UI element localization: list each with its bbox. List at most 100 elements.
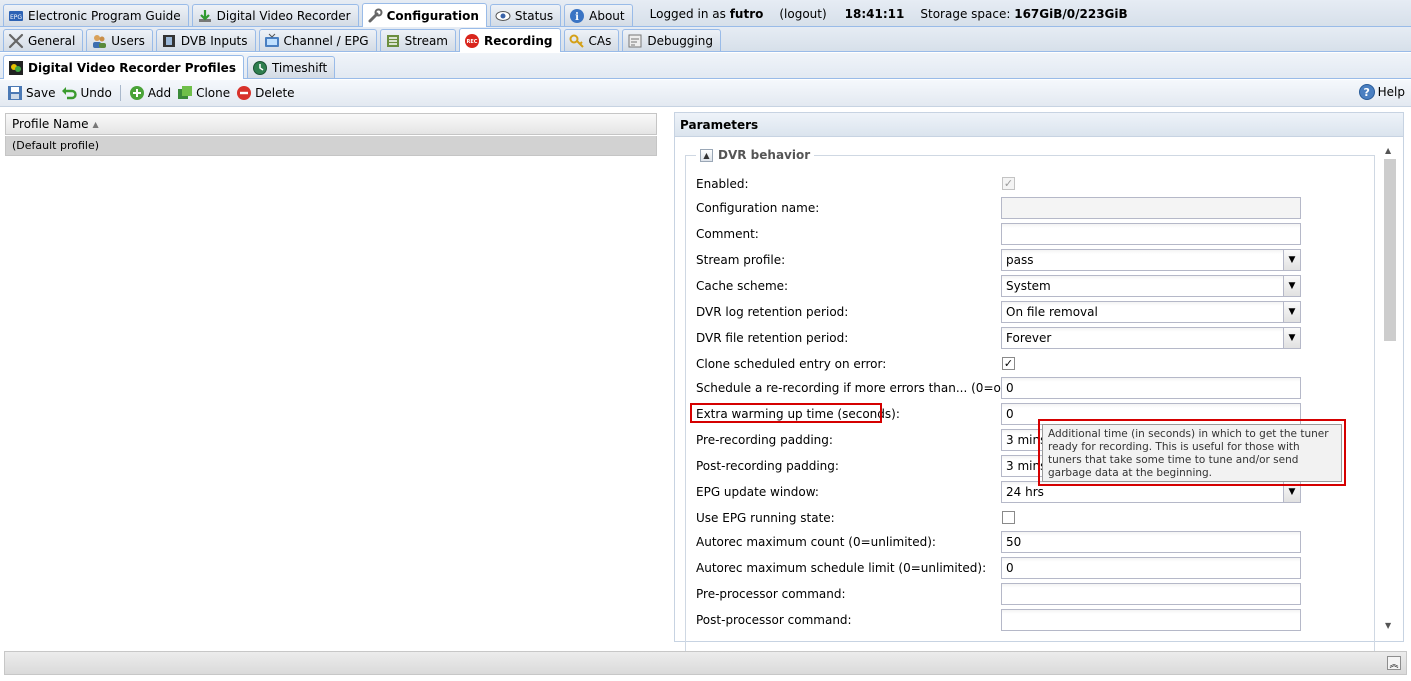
tab-dvr-profiles[interactable]: Digital Video Recorder Profiles — [3, 55, 244, 79]
cache-scheme-select[interactable]: System ▼ — [1001, 275, 1301, 297]
storage-value: 167GiB/0/223GiB — [1014, 7, 1128, 21]
field-label-rerecord: Schedule a re-recording if more errors t… — [696, 381, 1018, 395]
tab-users[interactable]: Users — [86, 29, 153, 51]
save-button[interactable]: Save — [4, 82, 58, 104]
tab-label: Electronic Program Guide — [28, 8, 181, 23]
scroll-down-icon[interactable]: ▼ — [1385, 621, 1391, 630]
clock: 18:41:11 — [844, 7, 905, 21]
storage-info: Storage space: 167GiB/0/223GiB — [920, 2, 1127, 26]
film-icon — [161, 33, 177, 49]
bottom-log-bar: ︽ — [4, 651, 1407, 675]
select-value: On file removal — [1006, 305, 1098, 319]
chevron-down-icon[interactable]: ▼ — [1283, 302, 1300, 322]
undo-label: Undo — [80, 86, 112, 100]
grid-header-profile-name[interactable]: Profile Name ▲ — [5, 113, 657, 135]
collapse-toggle-icon[interactable]: ▲ — [700, 148, 713, 162]
tab-epg[interactable]: EPG Electronic Program Guide — [3, 4, 189, 26]
tab-dvr[interactable]: Digital Video Recorder — [191, 4, 359, 26]
epg-running-checkbox[interactable] — [1002, 511, 1015, 524]
select-value: Forever — [1006, 331, 1052, 345]
save-label: Save — [26, 86, 56, 100]
expand-up-icon[interactable]: ︽ — [1387, 656, 1401, 670]
chevron-down-icon[interactable]: ▼ — [1283, 250, 1300, 270]
add-icon — [129, 85, 145, 101]
field-label-post-cmd: Post-processor command: — [696, 613, 852, 627]
file-retention-select[interactable]: Forever ▼ — [1001, 327, 1301, 349]
tab-label: Debugging — [647, 33, 713, 48]
tab-dvb-inputs[interactable]: DVB Inputs — [155, 29, 256, 51]
warmup-label-highlight — [690, 403, 882, 423]
field-label-autorec-max: Autorec maximum count (0=unlimited): — [696, 535, 936, 549]
field-label-epg-window: EPG update window: — [696, 485, 819, 499]
add-button[interactable]: Add — [126, 82, 174, 104]
tab-label: Stream — [404, 33, 448, 48]
field-label-stream-profile: Stream profile: — [696, 253, 786, 267]
tab-status[interactable]: Status — [489, 4, 562, 26]
svg-text:REC: REC — [467, 39, 478, 45]
tab-timeshift[interactable]: Timeshift — [246, 56, 336, 78]
stream-icon — [385, 33, 401, 49]
recording-tabbar: Digital Video Recorder Profiles Timeshif… — [0, 53, 1411, 79]
tab-label: Status — [514, 8, 554, 23]
clone-button[interactable]: Clone — [174, 82, 233, 104]
field-label-autorec-sched: Autorec maximum schedule limit (0=unlimi… — [696, 561, 987, 575]
parameters-scrollbar[interactable]: ▲ ▼ — [1383, 143, 1397, 633]
help-button[interactable]: ? Help — [1358, 84, 1405, 100]
tab-configuration[interactable]: Configuration — [361, 3, 487, 27]
tv-icon — [264, 33, 280, 49]
storage-prefix: Storage space: — [920, 7, 1011, 21]
tools-icon — [8, 33, 24, 49]
profiles-icon — [8, 60, 24, 76]
undo-button[interactable]: Undo — [58, 82, 114, 104]
tab-recording[interactable]: REC Recording — [459, 28, 561, 52]
tab-label: Digital Video Recorder — [216, 8, 351, 23]
download-icon — [197, 8, 213, 24]
stream-profile-select[interactable]: pass ▼ — [1001, 249, 1301, 271]
username: futro — [729, 7, 764, 21]
save-icon — [7, 85, 23, 101]
login-info: Logged in as futro — [650, 2, 764, 26]
help-label: Help — [1377, 85, 1405, 99]
delete-button[interactable]: Delete — [233, 82, 297, 104]
autorec-max-field[interactable]: 50 — [1001, 531, 1301, 553]
post-cmd-field[interactable] — [1001, 609, 1301, 631]
tab-label: General — [28, 33, 76, 48]
sort-asc-icon: ▲ — [92, 119, 99, 129]
tab-label: Channel / EPG — [283, 33, 369, 48]
clone-icon — [177, 85, 193, 101]
field-label-log-retention: DVR log retention period: — [696, 305, 849, 319]
tab-general[interactable]: General — [3, 29, 84, 51]
tab-about[interactable]: i About — [564, 4, 633, 26]
select-value: pass — [1006, 253, 1034, 267]
config-name-field[interactable] — [1001, 197, 1301, 219]
logged-in-prefix: Logged in as — [649, 7, 726, 21]
tab-stream[interactable]: Stream — [379, 29, 456, 51]
clone-on-error-checkbox[interactable]: ✓ — [1002, 357, 1015, 370]
pre-cmd-field[interactable] — [1001, 583, 1301, 605]
panel-title: Parameters — [675, 113, 1403, 137]
rerecord-field[interactable]: 0 — [1001, 377, 1301, 399]
tab-cas[interactable]: CAs — [563, 29, 620, 51]
autorec-sched-field[interactable]: 0 — [1001, 557, 1301, 579]
clock-icon — [252, 60, 268, 76]
tab-label: Recording — [484, 33, 553, 48]
field-label-pre-cmd: Pre-processor command: — [696, 587, 846, 601]
scroll-up-icon[interactable]: ▲ — [1385, 146, 1391, 155]
undo-icon — [61, 85, 78, 101]
rec-icon: REC — [464, 33, 480, 49]
table-row[interactable]: (Default profile) — [5, 136, 657, 156]
svg-text:i: i — [575, 12, 579, 23]
chevron-down-icon[interactable]: ▼ — [1283, 276, 1300, 296]
tab-channel-epg[interactable]: Channel / EPG — [258, 29, 377, 51]
tab-label: Digital Video Recorder Profiles — [28, 60, 236, 75]
tab-debugging[interactable]: Debugging — [622, 29, 721, 51]
chevron-down-icon[interactable]: ▼ — [1283, 328, 1300, 348]
main-tabbar: EPG Electronic Program Guide Digital Vid… — [0, 0, 1411, 27]
comment-field[interactable] — [1001, 223, 1301, 245]
tab-label: CAs — [588, 33, 612, 48]
log-retention-select[interactable]: On file removal ▼ — [1001, 301, 1301, 323]
field-label-enabled: Enabled: — [696, 177, 749, 191]
scrollbar-thumb[interactable] — [1384, 159, 1396, 341]
delete-icon — [236, 85, 252, 101]
logout-link[interactable]: (logout) — [779, 2, 826, 26]
